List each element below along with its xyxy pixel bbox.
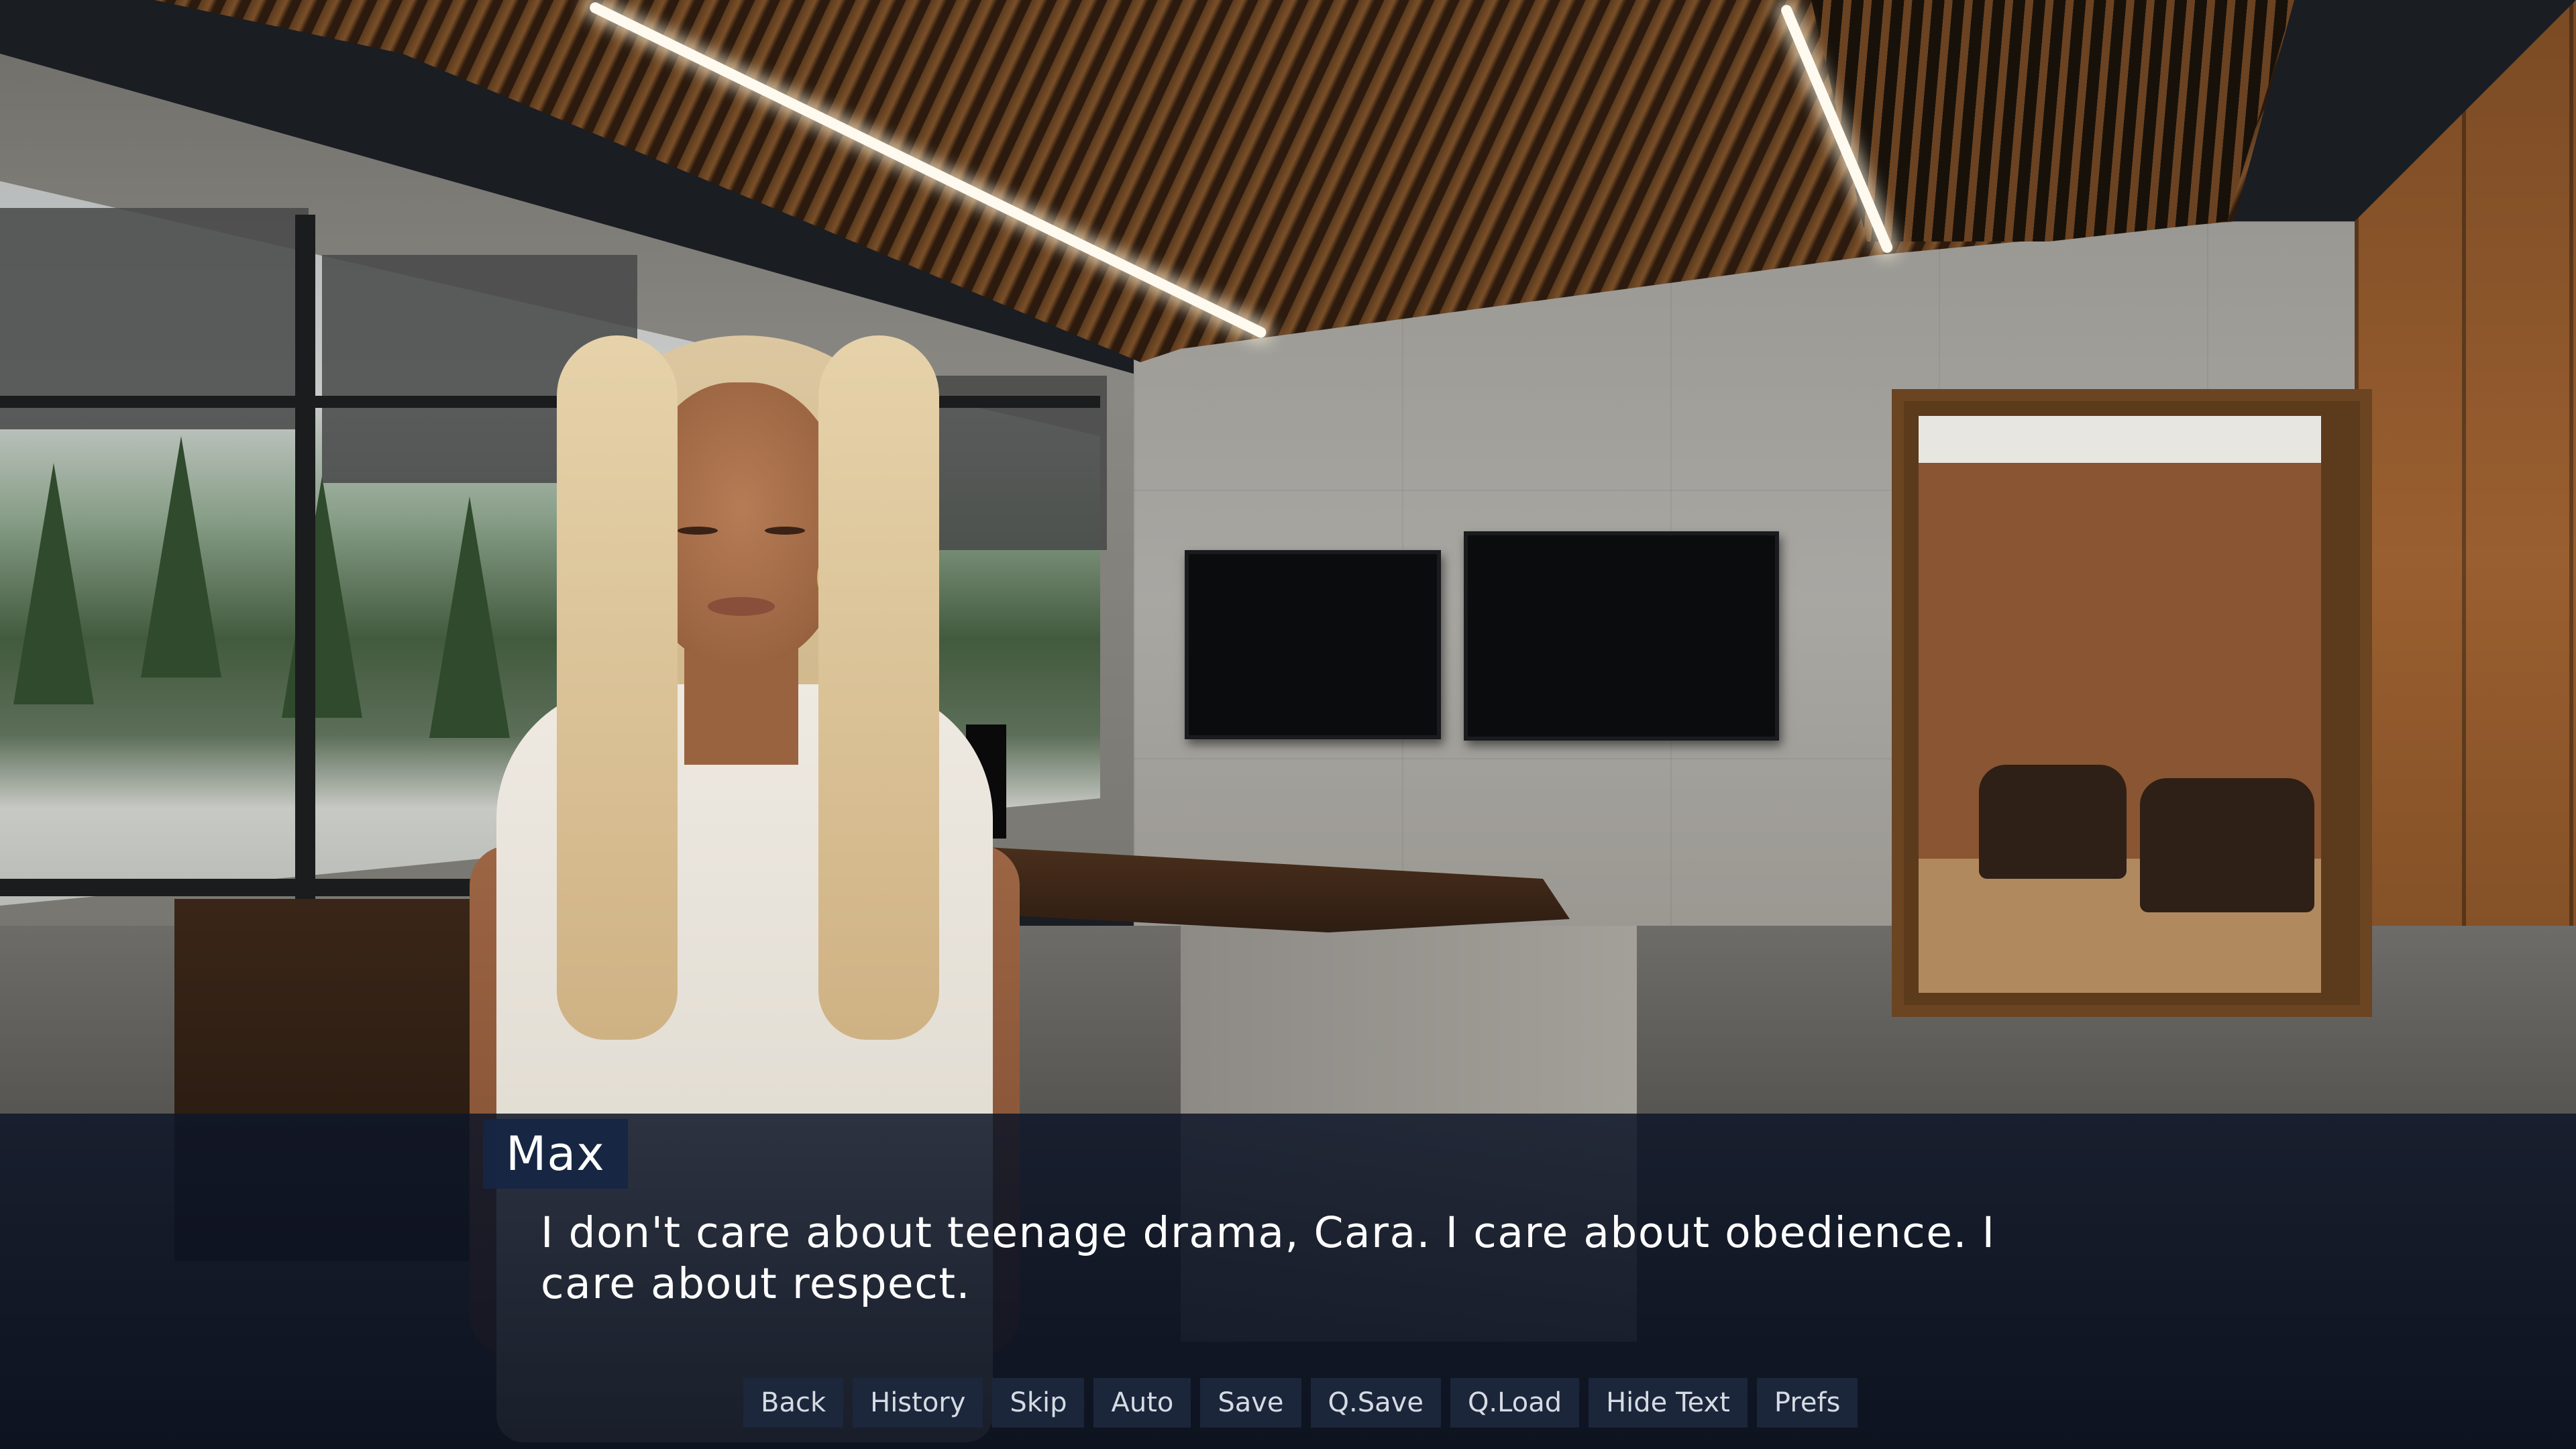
skip-button[interactable]: Skip <box>992 1378 1085 1428</box>
pine-tree <box>282 476 362 718</box>
hide-text-button[interactable]: Hide Text <box>1589 1378 1748 1428</box>
speaker-name: Max <box>506 1126 605 1181</box>
leather-armchair <box>1979 765 2127 879</box>
character-lips <box>708 597 775 616</box>
quick-load-button[interactable]: Q.Load <box>1450 1378 1580 1428</box>
character-eye <box>765 527 805 535</box>
quick-save-button[interactable]: Q.Save <box>1310 1378 1441 1428</box>
wall-tv <box>1185 550 1441 739</box>
character-hair-strand <box>818 335 939 1040</box>
game-screen[interactable]: Max I don't care about teenage drama, Ca… <box>0 0 2576 1449</box>
leather-armchair <box>2140 778 2314 912</box>
save-button[interactable]: Save <box>1200 1378 1301 1428</box>
dialogue-text: I don't care about teenage drama, Cara. … <box>541 1208 1996 1308</box>
pine-tree <box>13 463 94 704</box>
back-button[interactable]: Back <box>743 1378 844 1428</box>
speaker-namebox: Max <box>483 1119 628 1189</box>
character-eye <box>678 527 718 535</box>
pine-tree <box>141 436 221 678</box>
character-hair-strand <box>557 335 678 1040</box>
history-button[interactable]: History <box>853 1378 983 1428</box>
window-frame <box>295 215 315 912</box>
preferences-button[interactable]: Prefs <box>1756 1378 1858 1428</box>
wood-slat-ceiling-open <box>1811 0 2294 241</box>
auto-button[interactable]: Auto <box>1093 1378 1191 1428</box>
wall-tv <box>1464 531 1779 741</box>
quick-menu: Back History Skip Auto Save Q.Save Q.Loa… <box>743 1378 1858 1428</box>
